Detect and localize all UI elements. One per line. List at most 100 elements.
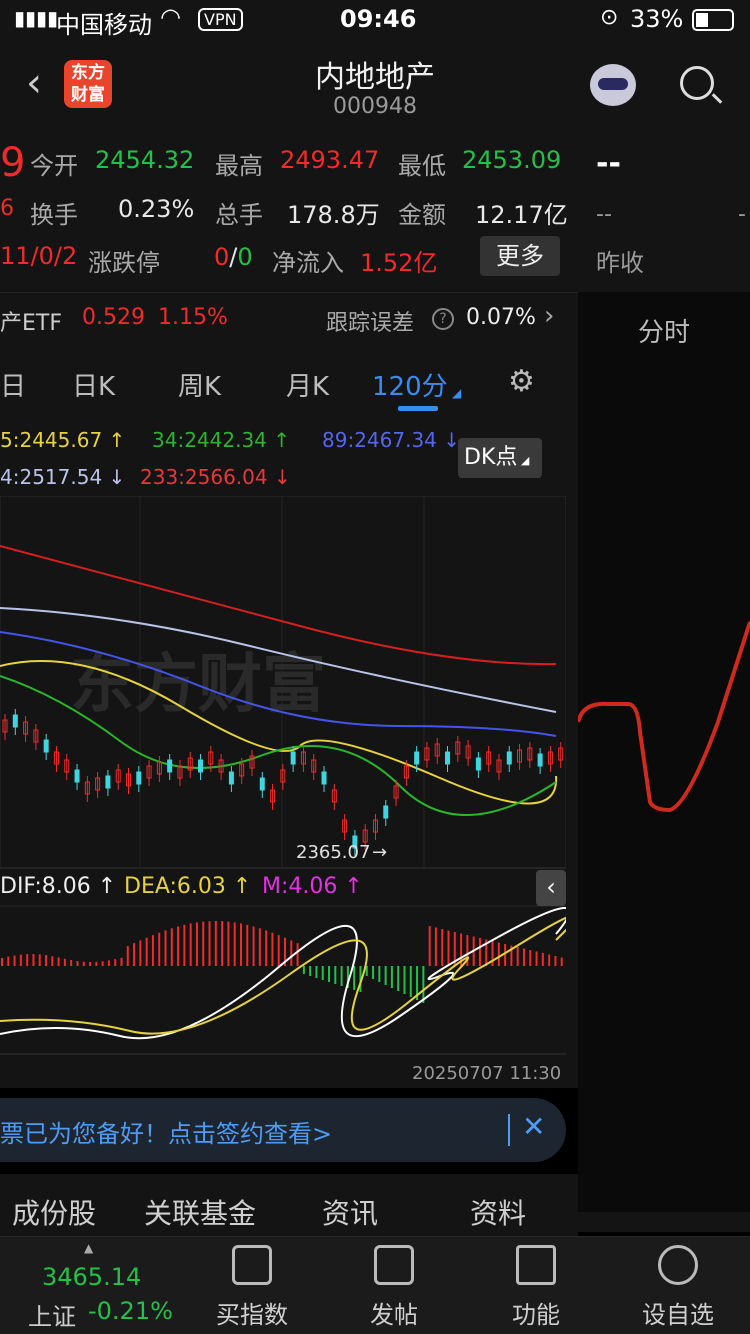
macd-dif: DIF:8.06 ↑ — [0, 874, 117, 899]
netflow-value: 1.52亿 — [360, 249, 438, 277]
candle-body — [198, 759, 204, 773]
nav-label: 买指数 — [216, 1301, 288, 1329]
candle-body — [43, 739, 49, 753]
macd-m: M:4.06 ↑ — [262, 874, 363, 899]
dk-point-button[interactable]: DK点 ◢ — [458, 438, 542, 478]
macd-dea: DEA:6.03 ↑ — [124, 874, 252, 899]
turnover-label: 换手 — [30, 201, 78, 229]
volume-label: 总手 — [215, 201, 263, 229]
kline-svg: 东方财富 2365.07 → 20250707 11:30 — [0, 496, 566, 1084]
ma5-label: 5:2445.67 ↑ — [0, 428, 126, 452]
collapse-panel-button[interactable]: ‹ — [536, 870, 566, 906]
candle-body — [228, 771, 234, 785]
low-value: 2453.09 — [462, 146, 562, 174]
candle-body — [414, 751, 420, 765]
candle-body — [445, 751, 451, 765]
status-bar: ▮▮▮▮ 中国移动 ◠ VPN 09:46 ⊙ 33% — [0, 0, 750, 40]
limit-value: 0/0 — [214, 243, 253, 271]
open-label: 今开 — [30, 152, 78, 180]
bottom-tabs: 成份股 关联基金 资讯 资料 — [0, 1174, 578, 1236]
banner-divider — [508, 1114, 510, 1146]
high-label: 最高 — [215, 152, 263, 180]
nav-add-watchlist[interactable]: 设自选 — [608, 1245, 748, 1330]
candle-body — [537, 753, 543, 767]
robot-assistant-icon[interactable] — [590, 64, 636, 106]
prev-close-label: 昨收 — [596, 249, 644, 277]
etf-change: 1.15% — [158, 305, 228, 330]
stock-code: 000948 — [333, 94, 417, 119]
chevron-right-icon[interactable]: › — [544, 301, 554, 331]
tab-120min[interactable]: 120分 — [372, 366, 448, 403]
low-arrow-icon: → — [372, 842, 387, 863]
right-price-dashes: -- — [596, 146, 621, 181]
nav-buy-index[interactable]: 买指数 — [182, 1245, 322, 1330]
promo-banner[interactable]: 票已为您备好！点击签约查看> ✕ — [0, 1098, 566, 1162]
wifi-icon: ◠ — [160, 3, 181, 31]
header: ‹ 东方 财富 内地地产 000948 — [0, 40, 750, 132]
nav-functions[interactable]: 功能 — [466, 1245, 606, 1330]
index-up-arrow-icon: ▲ — [84, 1241, 94, 1255]
ma233-label: 233:2566.04 ↓ — [140, 465, 291, 489]
open-value: 2454.32 — [95, 146, 195, 174]
candle-body — [259, 777, 265, 791]
intraday-panel[interactable]: 分时 — [578, 292, 750, 1212]
candlesticks — [2, 709, 564, 856]
settings-gear-icon[interactable]: ⚙ — [508, 364, 535, 399]
low-price-annotation: 2365.07 — [296, 842, 370, 863]
index-change: -0.21% — [88, 1297, 173, 1325]
macd-histogram — [1, 921, 563, 1003]
vpn-badge: VPN — [198, 8, 243, 31]
candle-body — [167, 759, 173, 773]
index-name: 上证 — [28, 1303, 76, 1331]
candle-body — [74, 769, 80, 783]
tab-day-partial[interactable]: 日 — [0, 366, 26, 403]
nav-label: 设自选 — [642, 1301, 714, 1329]
search-icon[interactable] — [680, 66, 723, 104]
kline-chart-area[interactable]: 5:2445.67 ↑ 34:2442.34 ↑ 89:2467.34 ↓ 4:… — [0, 418, 578, 1088]
page-title: 内地地产 — [315, 60, 435, 95]
tab-dropdown-icon: ◢ — [452, 386, 462, 400]
intraday-line-chart — [578, 621, 750, 813]
candle-body — [475, 757, 481, 771]
candle-body — [506, 751, 512, 765]
index-value[interactable]: 3465.14 — [42, 1263, 141, 1291]
chart-date-label: 20250707 11:30 — [412, 1063, 561, 1084]
change-partial: 6 — [0, 196, 14, 221]
tab-profile[interactable]: 资料 — [470, 1192, 526, 1232]
quote-panel: 9 6 11/0/2 今开 2454.32 最高 2493.47 最低 2453… — [0, 132, 578, 292]
tab-related-funds[interactable]: 关联基金 — [144, 1192, 256, 1232]
candle-body — [105, 775, 111, 789]
close-icon[interactable]: ✕ — [522, 1110, 545, 1143]
carrier-name: 中国移动 — [56, 11, 152, 39]
tab-month-k[interactable]: 月K — [286, 366, 329, 403]
rotation-lock-icon: ⊙ — [600, 5, 619, 30]
candle-body — [12, 714, 18, 728]
high-value: 2493.47 — [280, 146, 380, 174]
right-edge-dash: - — [738, 202, 746, 227]
signal-icon: ▮▮▮▮ — [14, 6, 59, 30]
trend-chart-icon — [232, 1245, 272, 1285]
tab-week-k[interactable]: 周K — [178, 366, 221, 403]
tab-news[interactable]: 资讯 — [322, 1192, 378, 1232]
edit-icon — [374, 1245, 414, 1285]
tab-constituents[interactable]: 成份股 — [12, 1192, 96, 1232]
nav-label: 发帖 — [370, 1301, 418, 1329]
battery-percent: 33% — [630, 5, 684, 33]
limit-label: 涨跌停 — [88, 249, 160, 277]
grid-icon — [516, 1245, 556, 1285]
tracking-error-label: 跟踪误差 — [326, 311, 415, 336]
tab-day-k[interactable]: 日K — [72, 366, 115, 403]
nav-post[interactable]: 发帖 — [324, 1245, 464, 1330]
tracking-error-value: 0.07% — [466, 305, 536, 330]
more-button[interactable]: 更多 — [480, 236, 560, 276]
more-dots-icon — [658, 1245, 698, 1285]
etf-row[interactable]: 产ETF 0.529 1.15% 跟踪误差 ? 0.07% › — [0, 292, 578, 348]
active-tab-indicator — [398, 406, 438, 411]
banner-text: 票已为您备好！点击签约查看> — [0, 1120, 333, 1148]
clock: 09:46 — [340, 5, 417, 33]
ma144-label: 4:2517.54 ↓ — [0, 465, 126, 489]
help-icon[interactable]: ? — [432, 308, 454, 330]
price-partial: 9 — [0, 140, 26, 186]
ma89-label: 89:2467.34 ↓ — [322, 428, 461, 452]
low-label: 最低 — [398, 152, 446, 180]
